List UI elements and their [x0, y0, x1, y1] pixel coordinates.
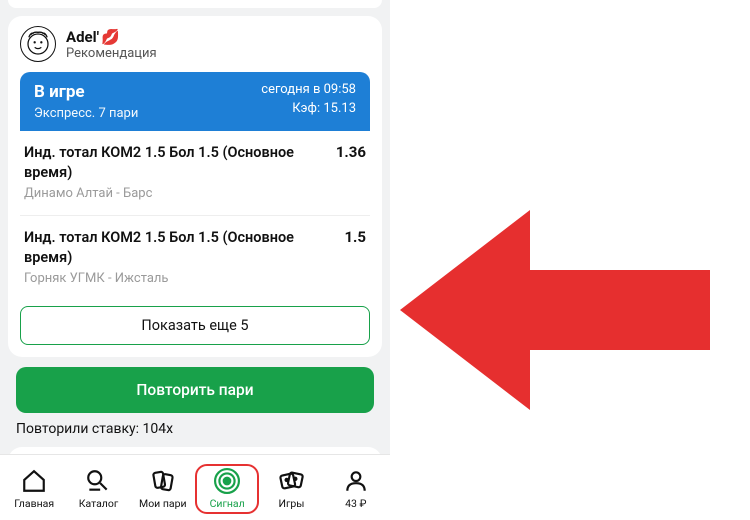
- nav-signal[interactable]: Сигнал: [195, 464, 259, 514]
- nav-label: Сигнал: [210, 497, 245, 510]
- avatar-face-icon: [23, 29, 53, 59]
- app-screen: Adel' 💋 Рекомендация В игре Экспресс. 7 …: [0, 0, 390, 520]
- catalog-icon: [85, 468, 111, 494]
- bet-status-banner: В игре Экспресс. 7 пари сегодня в 09:58 …: [20, 72, 370, 131]
- next-card-peek: Den_123: [8, 447, 382, 454]
- nav-label: Каталог: [79, 497, 119, 510]
- bet-text: Инд. тотал КОМ2 1.5 Бол 1.5 (Основное вр…: [24, 143, 324, 201]
- bet-row[interactable]: Инд. тотал КОМ2 1.5 Бол 1.5 (Основное вр…: [20, 131, 370, 216]
- nav-balance[interactable]: 43 ₽: [324, 464, 388, 514]
- nav-home[interactable]: Главная: [2, 464, 66, 514]
- tickets-icon: [150, 468, 176, 494]
- red-arrow-annotation-icon: [400, 180, 730, 440]
- user-block: Adel' 💋 Рекомендация: [66, 28, 157, 61]
- bet-status: В игре: [34, 82, 138, 102]
- bet-odds: 1.36: [336, 143, 366, 201]
- nav-label: Игры: [279, 497, 305, 510]
- scroll-area: Adel' 💋 Рекомендация В игре Экспресс. 7 …: [0, 0, 390, 454]
- dice-icon: [278, 468, 304, 494]
- bet-odds: 1.5: [344, 228, 366, 286]
- person-icon: [343, 468, 369, 494]
- banner-right: сегодня в 09:58 Кэф: 15.13: [261, 82, 356, 121]
- card-header: Adel' 💋 Рекомендация: [20, 26, 370, 62]
- nav-label: 43 ₽: [345, 497, 366, 510]
- bet-type: Экспресс. 7 пари: [34, 106, 138, 121]
- previous-card-peek: [8, 0, 382, 8]
- nav-my-bets[interactable]: Мои пари: [131, 464, 195, 514]
- signal-icon: [214, 468, 240, 494]
- bottom-nav: Главная Каталог Мои пари Сигнал Игры: [0, 454, 390, 520]
- bet-coef: Кэф: 15.13: [261, 101, 356, 116]
- nav-games[interactable]: Игры: [259, 464, 323, 514]
- repeat-count-label: Повторили ставку: 104х: [8, 419, 382, 447]
- show-more-button[interactable]: Показать еще 5: [20, 306, 370, 345]
- bet-title: Инд. тотал КОМ2 1.5 Бол 1.5 (Основное вр…: [24, 143, 324, 182]
- recommendation-card: Adel' 💋 Рекомендация В игре Экспресс. 7 …: [8, 16, 382, 357]
- user-name-text: Adel': [66, 28, 99, 46]
- user-name[interactable]: Adel' 💋: [66, 28, 157, 46]
- bet-text: Инд. тотал КОМ2 1.5 Бол 1.5 (Основное вр…: [24, 228, 332, 286]
- bet-match: Динамо Алтай - Барс: [24, 186, 324, 201]
- kiss-emoji-icon: 💋: [101, 28, 120, 46]
- bet-title: Инд. тотал КОМ2 1.5 Бол 1.5 (Основное вр…: [24, 228, 332, 267]
- bet-match: Горняк УГМК - Ижсталь: [24, 271, 332, 286]
- home-icon: [21, 468, 47, 494]
- avatar[interactable]: [20, 26, 56, 62]
- nav-catalog[interactable]: Каталог: [66, 464, 130, 514]
- nav-label: Главная: [14, 497, 54, 510]
- user-subtitle: Рекомендация: [66, 46, 157, 61]
- nav-label: Мои пари: [139, 497, 187, 510]
- banner-left: В игре Экспресс. 7 пари: [34, 82, 138, 121]
- bet-row[interactable]: Инд. тотал КОМ2 1.5 Бол 1.5 (Основное вр…: [20, 216, 370, 300]
- repeat-bet-button[interactable]: Повторить пари: [16, 367, 374, 413]
- bet-time: сегодня в 09:58: [261, 82, 356, 97]
- bet-list: Инд. тотал КОМ2 1.5 Бол 1.5 (Основное вр…: [20, 131, 370, 300]
